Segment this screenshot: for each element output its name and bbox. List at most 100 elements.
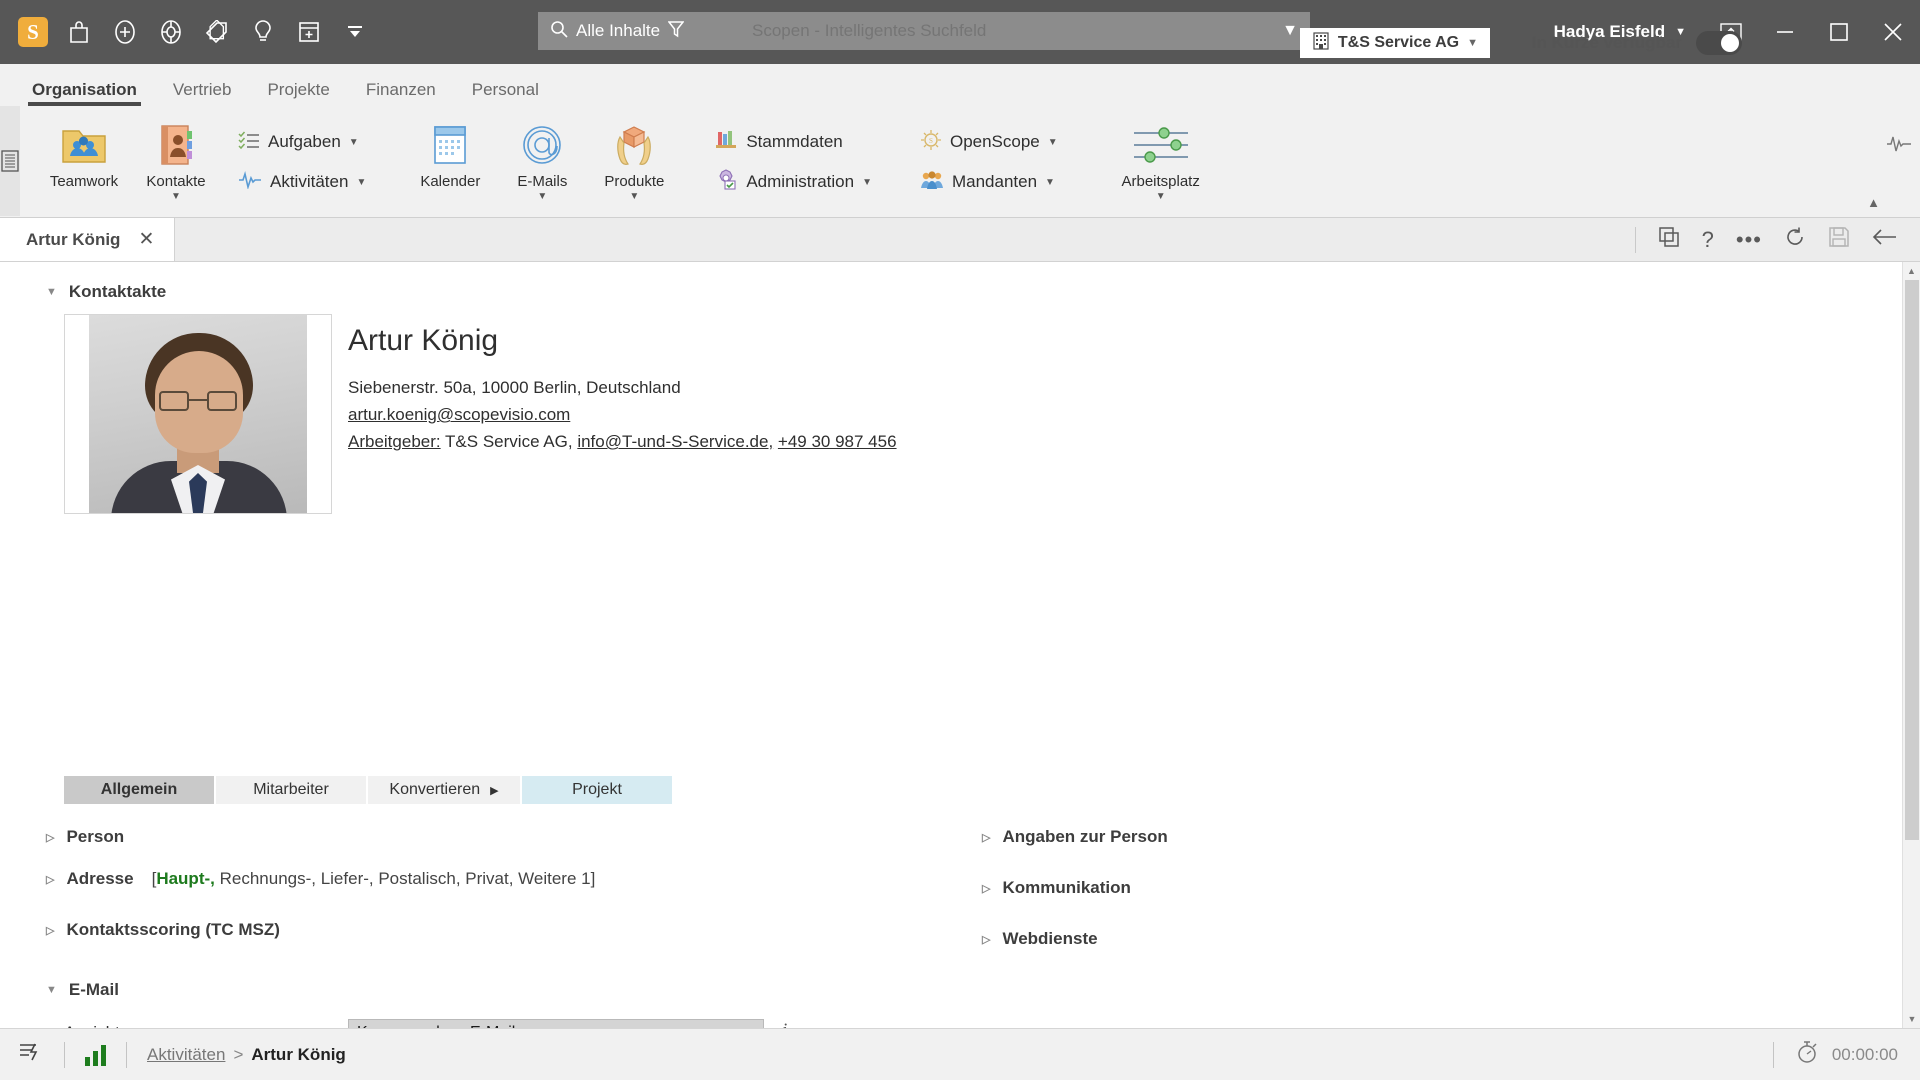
chevron-down-icon[interactable]: ▼	[862, 177, 872, 188]
section-header-adresse[interactable]: ▷ Adresse [Haupt-, Rechnungs-, Liefer-, …	[46, 869, 595, 889]
info-italic-icon[interactable]: i	[782, 1020, 787, 1028]
ribbon-button-label: OpenScope	[949, 132, 1040, 151]
search-scope[interactable]: Alle Inhalte	[538, 20, 730, 43]
avatar	[89, 315, 307, 513]
stopwatch-icon[interactable]	[1796, 1040, 1818, 1069]
new-window-icon[interactable]	[286, 9, 332, 55]
triangle-right-icon: ▷	[46, 873, 55, 886]
employer-phone-link[interactable]: +49 30 987 456	[778, 432, 897, 451]
ribbon-button-mandanten[interactable]: Mandanten ▼	[914, 162, 1064, 202]
workflow-icon[interactable]	[0, 1040, 44, 1069]
ribbon-button-kontakte[interactable]: Kontakte ▼	[130, 112, 222, 202]
more-icon[interactable]: •••	[1736, 227, 1762, 253]
chevron-down-icon[interactable]: ▼	[1156, 192, 1166, 202]
breadcrumb-parent[interactable]: Aktivitäten	[147, 1045, 225, 1065]
back-arrow-icon[interactable]	[1872, 227, 1898, 252]
section-header-email[interactable]: ▼ E-Mail	[46, 980, 119, 1000]
close-icon[interactable]	[1866, 0, 1920, 64]
ribbon-button-produkte[interactable]: Produkte ▼	[588, 112, 680, 202]
chevron-down-icon[interactable]: ▼	[356, 177, 366, 188]
plus-circle-icon[interactable]	[102, 9, 148, 55]
ribbon-button-aufgaben[interactable]: Aufgaben ▼	[232, 122, 372, 162]
section-title: Angaben zur Person	[1002, 827, 1168, 846]
ribbon-collapse-icon[interactable]: ▲	[1867, 195, 1880, 210]
tasks-icon	[238, 130, 260, 155]
help-icon[interactable]: ?	[1702, 227, 1714, 253]
filter-funnel-icon[interactable]	[667, 20, 685, 43]
subtab-allgemein[interactable]: Allgemein	[64, 776, 214, 804]
search-input[interactable]	[730, 21, 1283, 41]
save-icon[interactable]	[1828, 226, 1850, 253]
divider	[1772, 1041, 1774, 1068]
subtab-konvertieren[interactable]: Konvertieren ▶	[368, 776, 520, 804]
ribbon-button-label: Administration	[746, 172, 855, 191]
section-header-kontaktsscoring[interactable]: ▷ Kontaktsscoring (TC MSZ)	[46, 920, 280, 940]
maximize-icon[interactable]	[1812, 0, 1866, 64]
menu-tab-organisation[interactable]: Organisation	[14, 80, 155, 106]
global-search[interactable]: Alle Inhalte ▼	[538, 12, 1310, 50]
divider	[64, 1041, 65, 1068]
scroll-up-icon[interactable]: ▲	[1903, 262, 1920, 280]
menu-tab-vertrieb[interactable]: Vertrieb	[155, 80, 250, 106]
ribbon-sidebar-toggle[interactable]	[0, 106, 20, 216]
menu-tab-projekte[interactable]: Projekte	[249, 80, 347, 106]
bag-icon[interactable]	[56, 9, 102, 55]
ribbon-button-label: Kontakte	[146, 173, 206, 190]
subtab-mitarbeiter[interactable]: Mitarbeiter	[216, 776, 366, 804]
menu-tab-finanzen[interactable]: Finanzen	[348, 80, 454, 106]
teamwork-folder-icon	[60, 120, 108, 170]
clients-group-icon	[920, 169, 944, 196]
ribbon-button-stammdaten[interactable]: Stammdaten	[708, 122, 878, 162]
section-header-kontaktakte[interactable]: ▼ Kontaktakte	[46, 282, 166, 302]
duplicate-icon[interactable]	[1658, 226, 1680, 253]
ribbon-button-label: Stammdaten	[746, 132, 843, 151]
section-header-kommunikation[interactable]: ▷ Kommunikation	[982, 878, 1131, 898]
ribbon-button-aktivitaeten[interactable]: Aktivitäten ▼	[232, 162, 372, 202]
scopevisio-s-logo-icon: S	[18, 17, 48, 47]
search-scope-label: Alle Inhalte	[576, 21, 661, 40]
chevron-down-icon[interactable]: ▼	[629, 192, 639, 202]
refresh-icon[interactable]	[1784, 226, 1806, 253]
ribbon-button-kalender[interactable]: Kalender	[404, 112, 496, 190]
subtab-projekt[interactable]: Projekt	[522, 776, 672, 804]
ansicht-select[interactable]: Korrespondenz E-Mails ▼	[348, 1019, 764, 1028]
scrollbar-thumb[interactable]	[1905, 280, 1919, 840]
chart-bars-icon[interactable]	[85, 1044, 106, 1066]
lifebuoy-icon[interactable]	[148, 9, 194, 55]
section-header-angaben-zur-person[interactable]: ▷ Angaben zur Person	[982, 827, 1168, 847]
chevron-down-icon[interactable]: ▼	[1048, 137, 1058, 148]
company-selector[interactable]: T&S Service AG ▼	[1299, 28, 1490, 58]
ribbon-button-administration[interactable]: Administration ▼	[708, 162, 878, 202]
ribbon-button-label: Mandanten	[951, 172, 1038, 191]
ribbon-group-arbeitsplatz: Arbeitsplatz ▼	[1096, 106, 1226, 216]
chevron-down-icon[interactable]: ▼	[537, 192, 547, 202]
ribbon-button-teamwork[interactable]: Teamwork	[38, 112, 130, 190]
contact-email-link[interactable]: artur.koenig@scopevisio.com	[348, 405, 570, 425]
menu-tab-personal[interactable]: Personal	[454, 80, 557, 106]
close-icon[interactable]: ✕	[138, 228, 154, 251]
document-tab-actions: ? •••	[1634, 218, 1920, 261]
coming-soon-toggle[interactable]	[1696, 31, 1742, 55]
chevron-down-icon[interactable]: ▼	[171, 192, 181, 202]
ribbon-button-openscope[interactable]: S OpenScope ▼	[914, 122, 1064, 162]
ribbon-button-emails[interactable]: E-Mails ▼	[496, 112, 588, 202]
chevron-down-icon[interactable]: ▼	[1045, 177, 1055, 188]
chevron-stack-icon[interactable]	[332, 9, 378, 55]
section-header-webdienste[interactable]: ▷ Webdienste	[982, 929, 1098, 949]
employer-name: T&S Service AG,	[445, 432, 573, 451]
chevron-right-icon: ▶	[490, 784, 499, 797]
document-tab-artur-koenig[interactable]: Artur König ✕	[0, 218, 176, 261]
ribbon-button-arbeitsplatz[interactable]: Arbeitsplatz ▼	[1096, 112, 1226, 202]
contact-detail-pane: ▼ Kontaktakte Artur König Siebenerstr. 5…	[0, 262, 1920, 1028]
content-scrollbar[interactable]: ▲ ▼	[1902, 262, 1920, 1028]
company-name-label: T&S Service AG	[1337, 34, 1460, 51]
scroll-down-icon[interactable]: ▼	[1903, 1010, 1920, 1028]
app-logo[interactable]: S	[10, 9, 56, 55]
employer-email-link[interactable]: info@T-und-S-Service.de,	[577, 432, 773, 451]
bulb-icon[interactable]	[240, 9, 286, 55]
tag-icon[interactable]	[194, 9, 240, 55]
chevron-down-icon[interactable]: ▼	[349, 137, 359, 148]
minimize-icon[interactable]	[1758, 0, 1812, 64]
activity-monitor-icon[interactable]	[1886, 134, 1912, 159]
section-header-person[interactable]: ▷ Person	[46, 827, 124, 847]
